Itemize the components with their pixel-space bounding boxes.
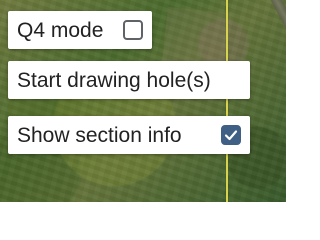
start-drawing-holes-button[interactable]: Start drawing hole(s) [8,61,250,99]
start-drawing-holes-label: Start drawing hole(s) [17,68,211,92]
road-line [260,0,286,202]
q4-mode-label: Q4 mode [17,18,104,42]
checkmark-icon [224,130,238,141]
show-section-info-label: Show section info [17,123,182,147]
q4-mode-checkbox[interactable] [123,20,143,40]
show-section-info-checkbox[interactable] [221,125,241,145]
q4-mode-toggle[interactable]: Q4 mode [8,11,152,49]
section-boundary-line [226,0,228,202]
show-section-info-toggle[interactable]: Show section info [8,116,250,154]
